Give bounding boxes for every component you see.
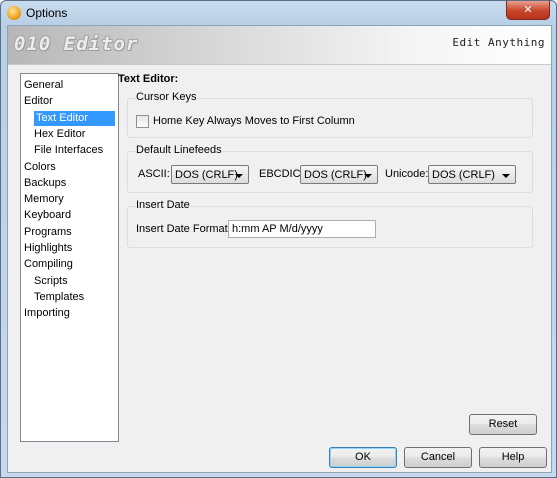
ascii-linefeed-select[interactable]: DOS (CRLF) <box>171 165 249 184</box>
cancel-button[interactable]: Cancel <box>404 447 472 468</box>
nav-item-templates[interactable]: Templates <box>34 290 84 305</box>
help-button[interactable]: Help <box>479 447 547 468</box>
options-nav-tree[interactable]: General Editor Text Editor Hex Editor File I… <box>20 73 119 442</box>
insert-date-format-input[interactable]: h:mm AP M/d/yyyy <box>228 220 376 238</box>
nav-item-backups[interactable]: Backups <box>24 176 66 191</box>
default-linefeeds-group-label: Default Linefeeds <box>136 144 222 156</box>
banner: 010 Editor Edit Anything <box>8 26 551 65</box>
product-logo: 010 Editor <box>14 33 139 55</box>
ok-button[interactable]: OK <box>329 447 397 468</box>
insert-date-group-label: Insert Date <box>136 199 190 211</box>
unicode-linefeed-select[interactable]: DOS (CRLF) <box>428 165 516 184</box>
nav-item-scripts[interactable]: Scripts <box>34 274 68 289</box>
cursor-keys-group-label: Cursor Keys <box>136 91 197 103</box>
nav-item-highlights[interactable]: Highlights <box>24 241 72 256</box>
title-bar[interactable]: Options ✕ <box>1 1 556 25</box>
tagline: Edit Anything <box>452 36 545 49</box>
window-title: Options <box>26 6 68 20</box>
nav-item-importing[interactable]: Importing <box>24 306 70 321</box>
unicode-label: Unicode: <box>385 168 429 180</box>
default-linefeeds-group: Default Linefeeds ASCII: DOS (CRLF) EBCD… <box>127 144 533 193</box>
insert-date-group: Insert Date Insert Date Format: h:mm AP … <box>127 199 533 248</box>
unicode-linefeed-value: DOS (CRLF) <box>432 169 495 181</box>
ascii-label: ASCII: <box>138 168 170 180</box>
nav-item-file-interfaces[interactable]: File Interfaces <box>34 143 103 158</box>
home-key-checkbox[interactable] <box>136 115 149 128</box>
nav-item-compiling[interactable]: Compiling <box>24 257 73 272</box>
ebcdic-linefeed-select[interactable]: DOS (CRLF) <box>300 165 378 184</box>
home-key-label[interactable]: Home Key Always Moves to First Column <box>153 115 355 127</box>
nav-item-editor[interactable]: Editor <box>24 94 53 109</box>
chevron-down-icon <box>364 174 372 178</box>
options-dialog: Options ✕ 010 Editor Edit Anything Gener… <box>0 0 557 478</box>
section-title: Text Editor: <box>118 73 179 85</box>
ebcdic-linefeed-value: DOS (CRLF) <box>304 169 367 181</box>
nav-item-keyboard[interactable]: Keyboard <box>24 208 71 223</box>
close-button[interactable]: ✕ <box>506 1 550 20</box>
chevron-down-icon <box>502 174 510 178</box>
nav-item-memory[interactable]: Memory <box>24 192 64 207</box>
cursor-keys-group: Cursor Keys Home Key Always Moves to Fir… <box>127 91 533 138</box>
nav-item-text-editor[interactable]: Text Editor <box>34 110 115 126</box>
settings-panel: Text Editor: Cursor Keys Home Key Always… <box>118 73 543 443</box>
nav-item-general[interactable]: General <box>24 78 63 93</box>
nav-item-colors[interactable]: Colors <box>24 160 56 175</box>
chevron-down-icon <box>235 174 243 178</box>
ebcdic-label: EBCDIC: <box>259 168 304 180</box>
nav-item-hex-editor[interactable]: Hex Editor <box>34 127 85 142</box>
insert-date-format-label: Insert Date Format: <box>136 223 231 235</box>
app-icon <box>7 6 21 20</box>
insert-date-format-value: h:mm AP M/d/yyyy <box>232 223 323 235</box>
reset-button[interactable]: Reset <box>469 414 537 435</box>
nav-item-programs[interactable]: Programs <box>24 225 72 240</box>
dialog-client: 010 Editor Edit Anything General Editor Te… <box>7 25 552 473</box>
ascii-linefeed-value: DOS (CRLF) <box>175 169 238 181</box>
